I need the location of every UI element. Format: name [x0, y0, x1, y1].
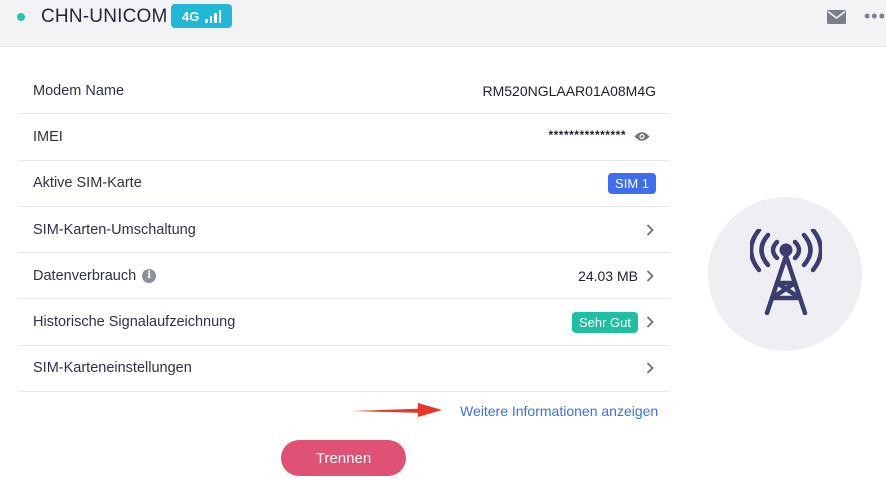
- row-data-usage[interactable]: Datenverbrauch i 24.03 MB: [18, 253, 670, 300]
- row-signal-history[interactable]: Historische Signalaufzeichnung Sehr Gut: [18, 299, 670, 346]
- row-label: Aktive SIM-Karte: [33, 175, 142, 192]
- modem-name-value: RM520NGLAAR01A08M4G: [482, 82, 656, 99]
- disconnect-button[interactable]: Trennen: [281, 440, 406, 476]
- data-usage-value: 24.03 MB: [578, 267, 638, 284]
- chevron-right-icon: [646, 362, 654, 375]
- sim-info-list: Modem Name RM520NGLAAR01A08M4G IMEI ****…: [18, 68, 670, 393]
- cell-tower-icon: [750, 229, 822, 315]
- imei-masked-value: ***************: [548, 128, 626, 143]
- row-label: SIM-Karteneinstellungen: [33, 360, 192, 377]
- red-arrow-annotation-icon: [352, 403, 442, 417]
- network-type-label: 4G: [182, 8, 200, 24]
- signal-quality-badge: Sehr Gut: [571, 311, 638, 333]
- mail-icon[interactable]: [827, 10, 846, 24]
- row-active-sim: Aktive SIM-Karte SIM 1: [18, 161, 670, 207]
- connection-status-dot: [17, 13, 25, 21]
- row-imei: IMEI ***************: [18, 114, 670, 161]
- eye-icon[interactable]: [634, 131, 650, 142]
- network-type-badge: 4G: [171, 4, 232, 28]
- row-label: SIM-Karten-Umschaltung: [33, 221, 196, 238]
- chevron-right-icon: [646, 316, 654, 328]
- row-label: Modem Name: [33, 82, 125, 99]
- row-modem-name: Modem Name RM520NGLAAR01A08M4G: [18, 68, 670, 115]
- row-sim-settings[interactable]: SIM-Karteneinstellungen: [18, 346, 670, 393]
- more-options-icon[interactable]: •••: [864, 7, 886, 25]
- row-sim-switch[interactable]: SIM-Karten-Umschaltung: [18, 207, 670, 254]
- info-icon[interactable]: i: [142, 268, 157, 283]
- chevron-right-icon: [646, 223, 654, 236]
- top-bar: CHN-UNICOM 4G •••: [0, 0, 886, 47]
- signal-bars-icon: [205, 9, 222, 23]
- row-label: Historische Signalaufzeichnung: [33, 314, 236, 331]
- carrier-name: CHN-UNICOM: [41, 6, 168, 27]
- more-info-link[interactable]: Weitere Informationen anzeigen: [460, 403, 658, 419]
- row-label: IMEI: [33, 128, 63, 145]
- active-sim-badge: SIM 1: [608, 172, 656, 194]
- row-label: Datenverbrauch: [33, 267, 137, 284]
- chevron-right-icon: [646, 270, 654, 282]
